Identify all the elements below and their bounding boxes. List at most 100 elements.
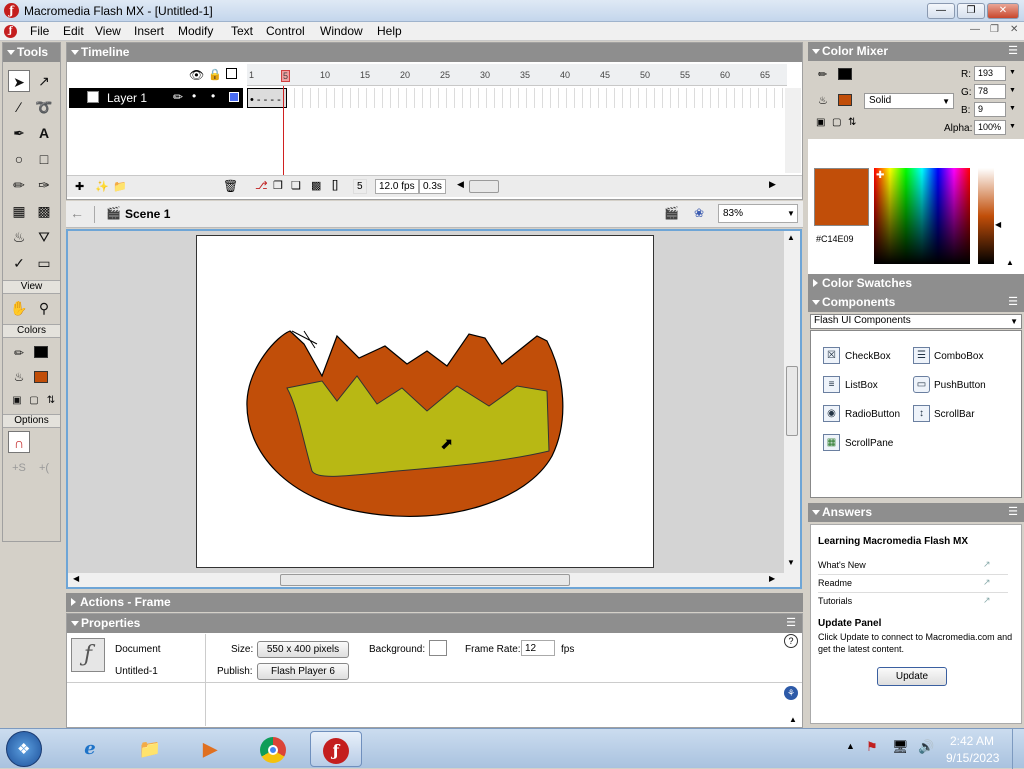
pen-tool-icon[interactable]: ✒ [8,122,30,144]
lock-icon[interactable]: 🔒 [208,68,222,81]
component-set-select[interactable]: Flash UI Components ▼ [810,314,1022,329]
red-input[interactable]: 193 [974,66,1006,81]
accessibility-icon[interactable]: ⚘ [784,686,798,700]
close-button[interactable]: ✕ [987,3,1019,19]
link-readme[interactable]: Readme [818,578,852,588]
doc-close-button[interactable]: ✕ [1010,24,1018,35]
doc-minimize-button[interactable]: — [970,24,980,35]
panel-menu-icon[interactable]: ☰ [1008,295,1018,308]
background-color-swatch[interactable] [429,640,447,656]
timeline-ruler[interactable]: 1 5 10 15 20 25 30 35 40 45 50 55 60 65 [247,64,787,86]
pushbutton-component-icon[interactable]: ▭ [913,376,930,393]
lock-dot-icon[interactable]: • [211,89,215,103]
start-button[interactable]: ❖ [6,731,42,767]
menu-edit[interactable]: Edit [63,24,84,38]
edit-scene-icon[interactable]: 🎬 [664,206,679,220]
link-tutorials[interactable]: Tutorials [818,596,852,606]
back-arrow-icon[interactable]: ← [70,205,84,221]
menu-file[interactable]: File [30,24,49,38]
color-spectrum[interactable] [874,168,970,264]
component-scrollpane[interactable]: ScrollPane [845,438,893,449]
scrollbar-component-icon[interactable]: ↕ [913,405,930,422]
clock-time[interactable]: 2:42 AM [950,734,994,748]
blue-input[interactable]: 9 [974,102,1006,117]
layer-name[interactable]: Layer 1 [107,91,147,105]
collapse-arrow-icon[interactable]: ▲ [1006,258,1014,267]
restore-button[interactable]: ❐ [957,3,985,19]
chrome-taskbar-icon[interactable] [248,731,300,767]
mixer-fill-swatch[interactable] [838,94,852,106]
oval-tool-icon[interactable]: ○ [8,148,30,170]
network-icon[interactable]: 🖥 [892,739,909,755]
arrow-tool-icon[interactable]: ➤ [8,70,30,92]
actions-panel-header[interactable]: Actions - Frame [66,593,803,612]
stage-hscroll-thumb[interactable] [280,574,570,586]
scroll-right-arrow-icon[interactable]: ▶ [769,179,776,190]
hex-value[interactable]: #C14E09 [816,234,854,244]
menu-help[interactable]: Help [377,24,402,38]
pencil-tool-icon[interactable]: ✏ [8,174,30,196]
color-mixer-header[interactable]: Color Mixer [808,42,1024,61]
size-button[interactable]: 550 x 400 pixels [257,641,349,658]
fill-color-swatch[interactable] [34,371,48,383]
eye-icon[interactable]: 👁 [189,68,204,82]
component-combobox[interactable]: ComboBox [934,351,983,362]
open-link-icon[interactable]: ↗ [983,595,991,606]
scroll-down-arrow-icon[interactable]: ▼ [787,558,795,567]
add-guide-layer-icon[interactable]: ✨ [95,180,109,193]
show-desktop-button[interactable] [1012,729,1024,769]
menu-modify[interactable]: Modify [178,24,213,38]
scene-name[interactable]: Scene 1 [125,207,170,221]
panel-menu-icon[interactable]: ☰ [1008,505,1018,518]
rectangle-tool-icon[interactable]: □ [33,148,55,170]
edit-symbols-icon[interactable]: ❀ [694,206,704,220]
component-listbox[interactable]: ListBox [845,380,878,391]
brush-tool-icon[interactable]: ✑ [33,174,55,196]
component-scrollbar[interactable]: ScrollBar [934,409,975,420]
outline-icon[interactable] [226,68,237,79]
center-frame-icon[interactable]: ⎇ [255,179,268,192]
scroll-left-arrow-icon[interactable]: ◀ [457,179,464,190]
slider-pointer-icon[interactable]: ◀ [995,220,1001,229]
explorer-taskbar-icon[interactable]: 📁 [124,731,176,767]
eraser-tool-icon[interactable]: ▭ [33,252,55,274]
doc-restore-button[interactable]: ❐ [990,24,999,35]
fill-type-select[interactable]: Solid ▼ [864,93,954,109]
properties-header[interactable]: Properties [67,614,802,633]
stage-canvas[interactable]: ⬈ [196,235,654,568]
stroke-color-swatch[interactable] [34,346,48,358]
timeline-header[interactable]: Timeline [67,43,802,62]
stage-hscroll[interactable]: ◀ ▶ [68,573,784,587]
timeline-vscroll[interactable] [785,88,801,173]
answers-header[interactable]: Answers [808,503,1024,522]
free-transform-tool-icon[interactable]: ▦ [8,200,30,222]
eyedropper-tool-icon[interactable]: ✓ [8,252,30,274]
add-folder-icon[interactable]: 📁 [113,180,127,193]
checkbox-component-icon[interactable]: ☒ [823,347,840,364]
visible-dot-icon[interactable]: • [192,89,196,103]
link-whats-new[interactable]: What's New [818,560,866,570]
stage-vscroll-thumb[interactable] [786,366,798,436]
menu-control[interactable]: Control [266,24,305,38]
action-center-icon[interactable]: ⚑ [866,739,878,755]
publish-settings-button[interactable]: Flash Player 6 [257,663,349,680]
brightness-slider[interactable] [978,168,994,264]
lasso-tool-icon[interactable]: ➰ [33,96,55,118]
component-checkbox[interactable]: CheckBox [845,351,891,362]
red-stepper-icon[interactable]: ▼ [1009,69,1016,76]
media-player-taskbar-icon[interactable]: ▶ [184,731,236,767]
scrollpane-component-icon[interactable]: ▦ [823,434,840,451]
drawn-shape[interactable] [197,236,655,569]
component-pushbutton[interactable]: PushButton [934,380,986,391]
frame-grid[interactable]: • - - - - [247,86,787,176]
expand-arrow-icon[interactable]: ▲ [789,715,797,724]
update-button[interactable]: Update [877,667,947,686]
minimize-button[interactable]: — [927,3,955,19]
hand-tool-icon[interactable]: ✋ [8,297,30,319]
open-link-icon[interactable]: ↗ [983,577,991,588]
listbox-component-icon[interactable]: ≡ [823,376,840,393]
fill-transform-tool-icon[interactable]: ▩ [33,200,55,222]
combobox-component-icon[interactable]: ☰ [913,347,930,364]
onion-outline-icon[interactable]: ❏ [291,179,301,192]
zoom-tool-icon[interactable]: ⚲ [33,297,55,319]
